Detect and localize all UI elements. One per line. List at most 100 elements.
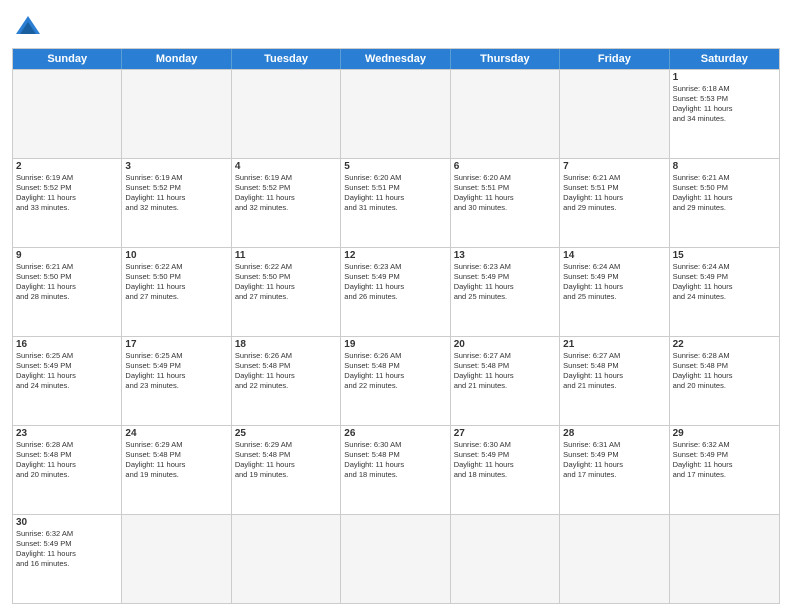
day-cell: 1Sunrise: 6:18 AM Sunset: 5:53 PM Daylig…: [670, 70, 779, 158]
day-cell: [560, 515, 669, 603]
week-row-2: 2 Sunrise: 6:19 AM Sunset: 5:52 PM Daylig…: [13, 158, 779, 247]
day-number: 3: [125, 161, 227, 172]
week-row-4: 16 Sunrise: 6:25 AM Sunset: 5:49 PM Dayli…: [13, 336, 779, 425]
day-info: Sunrise: 6:19 AM Sunset: 5:52 PM Dayligh…: [235, 173, 337, 214]
day-info: Sunrise: 6:25 AM Sunset: 5:49 PM Dayligh…: [125, 351, 227, 392]
day-number: 27: [454, 428, 556, 439]
day-header-monday: Monday: [122, 49, 231, 69]
day-cell: 28Sunrise: 6:31 AM Sunset: 5:49 PM Dayli…: [560, 426, 669, 514]
day-info: Sunrise: 6:28 AM Sunset: 5:48 PM Dayligh…: [673, 351, 776, 392]
day-cell: 30Sunrise: 6:32 AM Sunset: 5:49 PM Dayli…: [13, 515, 122, 603]
day-number: 13: [454, 250, 556, 261]
day-cell: 19Sunrise: 6:26 AM Sunset: 5:48 PM Dayli…: [341, 337, 450, 425]
day-info: Sunrise: 6:20 AM Sunset: 5:51 PM Dayligh…: [344, 173, 446, 214]
calendar-header: SundayMondayTuesdayWednesdayThursdayFrid…: [13, 49, 779, 69]
day-header-saturday: Saturday: [670, 49, 779, 69]
day-cell: 11Sunrise: 6:22 AM Sunset: 5:50 PM Dayli…: [232, 248, 341, 336]
day-number: 18: [235, 339, 337, 350]
day-number: 4: [235, 161, 337, 172]
day-cell: [13, 70, 122, 158]
day-number: 2: [16, 161, 118, 172]
day-info: Sunrise: 6:27 AM Sunset: 5:48 PM Dayligh…: [454, 351, 556, 392]
day-number: 29: [673, 428, 776, 439]
day-info: Sunrise: 6:23 AM Sunset: 5:49 PM Dayligh…: [344, 262, 446, 303]
day-info: Sunrise: 6:24 AM Sunset: 5:49 PM Dayligh…: [563, 262, 665, 303]
logo-icon: [14, 14, 42, 42]
day-info: Sunrise: 6:21 AM Sunset: 5:50 PM Dayligh…: [16, 262, 118, 303]
day-cell: 20Sunrise: 6:27 AM Sunset: 5:48 PM Dayli…: [451, 337, 560, 425]
day-number: 20: [454, 339, 556, 350]
day-cell: 21Sunrise: 6:27 AM Sunset: 5:48 PM Dayli…: [560, 337, 669, 425]
day-info: Sunrise: 6:21 AM Sunset: 5:50 PM Dayligh…: [673, 173, 776, 214]
day-info: Sunrise: 6:27 AM Sunset: 5:48 PM Dayligh…: [563, 351, 665, 392]
day-cell: [451, 70, 560, 158]
day-cell: [341, 515, 450, 603]
day-number: 19: [344, 339, 446, 350]
week-row-5: 23Sunrise: 6:28 AM Sunset: 5:48 PM Dayli…: [13, 425, 779, 514]
day-number: 1: [673, 72, 776, 83]
day-header-thursday: Thursday: [451, 49, 560, 69]
day-number: 17: [125, 339, 227, 350]
day-cell: 2Sunrise: 6:19 AM Sunset: 5:52 PM Daylig…: [13, 159, 122, 247]
day-cell: 25Sunrise: 6:29 AM Sunset: 5:48 PM Dayli…: [232, 426, 341, 514]
day-header-friday: Friday: [560, 49, 669, 69]
week-row-6: 30Sunrise: 6:32 AM Sunset: 5:49 PM Dayli…: [13, 514, 779, 603]
day-info: Sunrise: 6:20 AM Sunset: 5:51 PM Dayligh…: [454, 173, 556, 214]
day-number: 22: [673, 339, 776, 350]
day-cell: 23Sunrise: 6:28 AM Sunset: 5:48 PM Dayli…: [13, 426, 122, 514]
logo: [12, 14, 42, 42]
day-info: Sunrise: 6:28 AM Sunset: 5:48 PM Dayligh…: [16, 440, 118, 481]
day-header-sunday: Sunday: [13, 49, 122, 69]
day-cell: [560, 70, 669, 158]
day-number: 21: [563, 339, 665, 350]
day-number: 10: [125, 250, 227, 261]
day-header-wednesday: Wednesday: [341, 49, 450, 69]
calendar-page: SundayMondayTuesdayWednesdayThursdayFrid…: [0, 0, 792, 612]
day-info: Sunrise: 6:30 AM Sunset: 5:48 PM Dayligh…: [344, 440, 446, 481]
week-row-1: 1Sunrise: 6:18 AM Sunset: 5:53 PM Daylig…: [13, 69, 779, 158]
day-cell: [122, 515, 231, 603]
calendar: SundayMondayTuesdayWednesdayThursdayFrid…: [12, 48, 780, 604]
day-cell: 26Sunrise: 6:30 AM Sunset: 5:48 PM Dayli…: [341, 426, 450, 514]
day-info: Sunrise: 6:22 AM Sunset: 5:50 PM Dayligh…: [125, 262, 227, 303]
day-number: 30: [16, 517, 118, 528]
day-number: 5: [344, 161, 446, 172]
day-info: Sunrise: 6:29 AM Sunset: 5:48 PM Dayligh…: [235, 440, 337, 481]
day-cell: 10Sunrise: 6:22 AM Sunset: 5:50 PM Dayli…: [122, 248, 231, 336]
day-info: Sunrise: 6:29 AM Sunset: 5:48 PM Dayligh…: [125, 440, 227, 481]
day-cell: [341, 70, 450, 158]
day-number: 25: [235, 428, 337, 439]
day-info: Sunrise: 6:32 AM Sunset: 5:49 PM Dayligh…: [673, 440, 776, 481]
day-info: Sunrise: 6:30 AM Sunset: 5:49 PM Dayligh…: [454, 440, 556, 481]
day-cell: [232, 70, 341, 158]
day-header-tuesday: Tuesday: [232, 49, 341, 69]
day-number: 6: [454, 161, 556, 172]
day-number: 11: [235, 250, 337, 261]
day-info: Sunrise: 6:26 AM Sunset: 5:48 PM Dayligh…: [344, 351, 446, 392]
day-number: 14: [563, 250, 665, 261]
calendar-body: 1Sunrise: 6:18 AM Sunset: 5:53 PM Daylig…: [13, 69, 779, 603]
day-info: Sunrise: 6:18 AM Sunset: 5:53 PM Dayligh…: [673, 84, 776, 125]
day-number: 7: [563, 161, 665, 172]
day-cell: 14Sunrise: 6:24 AM Sunset: 5:49 PM Dayli…: [560, 248, 669, 336]
day-number: 8: [673, 161, 776, 172]
day-info: Sunrise: 6:21 AM Sunset: 5:51 PM Dayligh…: [563, 173, 665, 214]
day-info: Sunrise: 6:24 AM Sunset: 5:49 PM Dayligh…: [673, 262, 776, 303]
day-cell: 6Sunrise: 6:20 AM Sunset: 5:51 PM Daylig…: [451, 159, 560, 247]
day-info: Sunrise: 6:22 AM Sunset: 5:50 PM Dayligh…: [235, 262, 337, 303]
day-info: Sunrise: 6:23 AM Sunset: 5:49 PM Dayligh…: [454, 262, 556, 303]
day-cell: 4Sunrise: 6:19 AM Sunset: 5:52 PM Daylig…: [232, 159, 341, 247]
day-info: Sunrise: 6:26 AM Sunset: 5:48 PM Dayligh…: [235, 351, 337, 392]
day-cell: 24Sunrise: 6:29 AM Sunset: 5:48 PM Dayli…: [122, 426, 231, 514]
day-cell: 5Sunrise: 6:20 AM Sunset: 5:51 PM Daylig…: [341, 159, 450, 247]
week-row-3: 9Sunrise: 6:21 AM Sunset: 5:50 PM Daylig…: [13, 247, 779, 336]
day-cell: 22Sunrise: 6:28 AM Sunset: 5:48 PM Dayli…: [670, 337, 779, 425]
day-number: 16: [16, 339, 118, 350]
header: [12, 10, 780, 42]
day-number: 24: [125, 428, 227, 439]
day-cell: 7Sunrise: 6:21 AM Sunset: 5:51 PM Daylig…: [560, 159, 669, 247]
day-number: 12: [344, 250, 446, 261]
day-cell: 27Sunrise: 6:30 AM Sunset: 5:49 PM Dayli…: [451, 426, 560, 514]
day-info: Sunrise: 6:31 AM Sunset: 5:49 PM Dayligh…: [563, 440, 665, 481]
day-number: 26: [344, 428, 446, 439]
